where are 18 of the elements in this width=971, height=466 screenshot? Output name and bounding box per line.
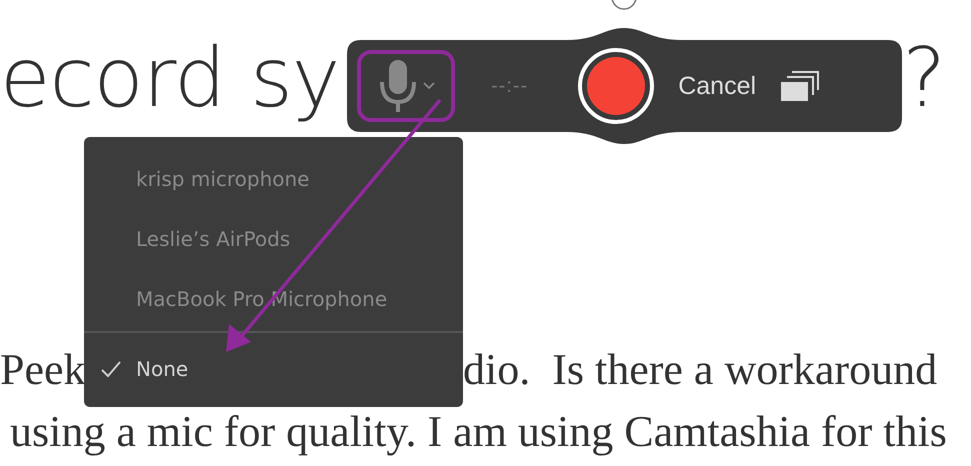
record-button[interactable] bbox=[578, 48, 654, 124]
menu-item[interactable]: krisp microphone bbox=[84, 149, 463, 209]
menu-item[interactable]: MacBook Pro Microphone bbox=[84, 269, 463, 329]
check-icon bbox=[100, 359, 122, 379]
heading-text: ecord sy bbox=[0, 30, 340, 128]
timer-text: --:-- bbox=[491, 74, 528, 98]
caret-icon bbox=[423, 82, 435, 90]
windows-button[interactable] bbox=[780, 70, 820, 102]
microphone-button[interactable] bbox=[357, 50, 455, 122]
body-text: dio. Is there a workaround bbox=[463, 344, 938, 396]
windows-icon bbox=[780, 70, 820, 102]
cancel-button[interactable]: Cancel bbox=[678, 72, 756, 100]
menu-item[interactable]: None bbox=[84, 339, 463, 399]
body-text: Peek bbox=[0, 344, 86, 396]
body-text: using a mic for quality. I am using Camtashia for this bbox=[10, 406, 947, 458]
menu-item[interactable]: Leslie’s AirPods bbox=[84, 209, 463, 269]
heading-text: ? bbox=[902, 30, 945, 128]
microphone-icon bbox=[377, 58, 419, 114]
